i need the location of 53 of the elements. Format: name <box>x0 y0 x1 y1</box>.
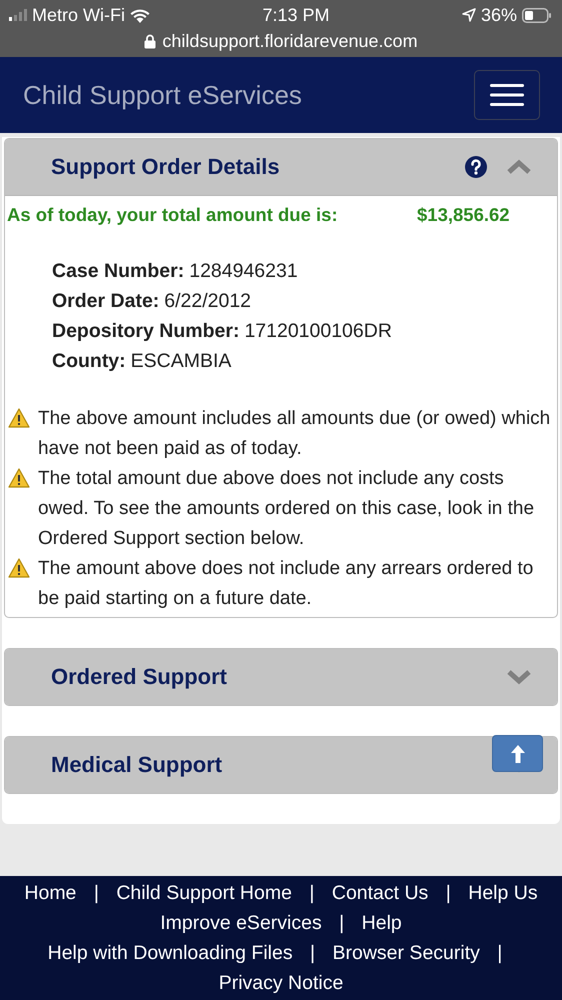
footer-link[interactable]: Contact Us <box>332 882 428 904</box>
signal-icon <box>9 9 27 21</box>
field-label: County: <box>52 350 126 372</box>
warning-icon <box>8 408 30 428</box>
menu-button[interactable] <box>474 70 540 120</box>
warning-icon <box>8 558 30 578</box>
field-label: Depository Number: <box>52 320 240 342</box>
arrow-up-icon <box>510 744 524 762</box>
footer-link[interactable]: Browser Security <box>332 942 480 964</box>
url-text: childsupport.floridarevenue.com <box>162 30 418 52</box>
link-separator: | <box>339 912 344 934</box>
panel-header[interactable]: Ordered Support <box>5 649 557 705</box>
battery-percent: 36% <box>480 4 517 26</box>
warning-note: The amount above does not include any arrears ordered to be paid starting on a future date. <box>38 557 534 611</box>
footer-link[interactable]: Improve eServices <box>160 912 322 934</box>
field-value: ESCAMBIA <box>130 350 232 372</box>
warning-note: The above amount includes all amounts due (or owed) which have not been paid as of today. <box>38 407 552 461</box>
link-separator: | <box>446 882 451 904</box>
amount-due-label: As of today, your total amount due is: <box>7 203 339 227</box>
footer-link[interactable]: Help with Downloading Files <box>48 942 293 964</box>
carrier-name: Metro Wi-Fi <box>32 4 125 26</box>
back-to-top-button[interactable] <box>492 735 543 772</box>
location-icon <box>462 8 476 22</box>
link-separator: | <box>309 882 314 904</box>
panel-header[interactable]: Medical Support <box>5 737 557 793</box>
panel-title: Support Order Details <box>51 154 280 180</box>
chevron-up-icon <box>507 159 531 175</box>
chevron-down-icon <box>507 669 531 685</box>
field-label: Order Date: <box>52 290 160 312</box>
footer-link[interactable]: Help <box>362 912 402 934</box>
status-time: 7:13 PM <box>262 4 330 26</box>
footer-link[interactable]: Home <box>24 882 76 904</box>
field-value: 17120100106DR <box>244 320 392 342</box>
panel-title: Medical Support <box>51 752 222 778</box>
warning-icon <box>8 468 30 488</box>
amount-due-value: $13,856.62 <box>417 203 510 227</box>
field-value: 1284946231 <box>189 260 298 282</box>
footer-link[interactable]: Help Us <box>468 882 538 904</box>
lock-icon <box>144 34 156 48</box>
panel-header[interactable]: Support Order Details <box>5 139 557 196</box>
footer-link[interactable]: Privacy Notice <box>218 972 344 994</box>
field-value: 6/22/2012 <box>164 290 252 312</box>
field-label: Case Number: <box>52 260 184 282</box>
menu-icon <box>490 84 524 106</box>
panel-title: Ordered Support <box>51 664 228 690</box>
site-title: Child Support eServices <box>23 80 302 110</box>
footer-link[interactable]: Child Support Home <box>116 882 292 904</box>
battery-icon <box>522 8 552 22</box>
link-separator: | <box>497 942 502 964</box>
wifi-icon <box>130 8 150 22</box>
warning-note: The total amount due above does not include any costs owed. To see the amounts ordered on this case, look in the Ordered Support section below. <box>38 467 536 551</box>
link-separator: | <box>310 942 316 964</box>
link-separator: | <box>94 882 99 904</box>
